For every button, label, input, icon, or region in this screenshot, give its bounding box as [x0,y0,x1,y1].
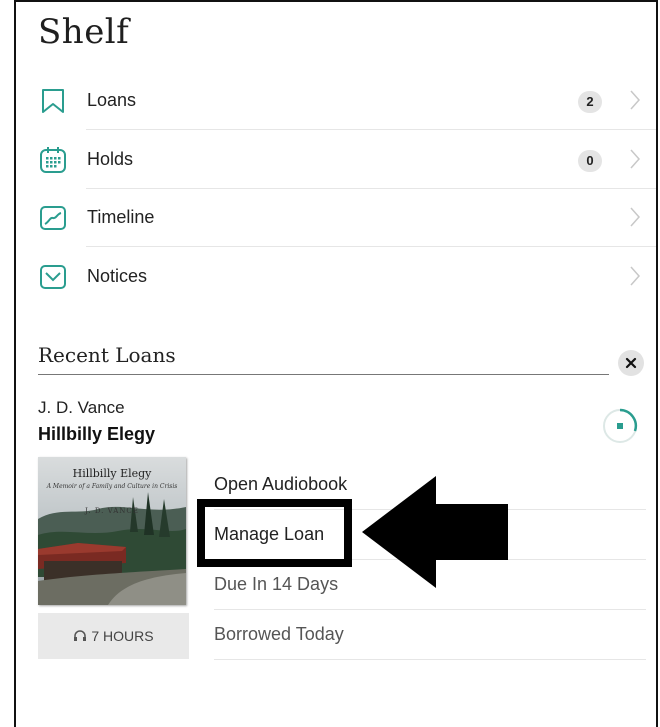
chart-line-icon [40,206,66,230]
shelf-item-notices[interactable]: Notices [36,248,656,306]
cover-subtitle: A Memoir of a Family and Culture in Cris… [46,483,178,490]
shelf-item-timeline[interactable]: Timeline [36,189,656,247]
shelf-item-label: Loans [87,90,137,110]
app-frame: Shelf Loans 2 Holds 0 Timeline Notices R… [14,0,658,727]
shelf-item-holds[interactable]: Holds 0 [36,131,656,189]
audiobook-duration: 7 HOURS [38,613,189,659]
due-date-label: Due In 14 Days [214,574,339,594]
calendar-icon [40,147,66,173]
divider [214,659,646,660]
action-label: Open Audiobook [214,474,348,494]
borrowed-date-row: Borrowed Today [214,610,656,660]
loans-count-badge: 2 [578,91,602,113]
arrow-left-icon [362,476,508,588]
headphones-icon [74,630,87,641]
holds-count-badge: 0 [578,150,602,172]
bookmark-icon [42,89,64,113]
duration-label: 7 HOURS [91,628,154,644]
borrowed-label: Borrowed Today [214,624,344,644]
highlight-box [197,499,352,567]
envelope-icon [40,265,66,289]
cover-author: J. D. VANCE [85,507,139,515]
shelf-item-label: Holds [87,149,134,169]
progress-ring-icon[interactable] [602,408,638,444]
book-author: J. D. Vance [38,398,125,417]
chevron-right-icon [630,266,641,286]
chevron-right-icon [630,90,641,110]
shelf-item-label: Timeline [87,207,155,227]
divider [86,129,656,130]
book-title[interactable]: Hillbilly Elegy [38,424,155,445]
divider [86,246,656,247]
section-divider [38,374,609,375]
chevron-right-icon [630,207,641,227]
cover-title: Hillbilly Elegy [72,467,152,480]
shelf-item-label: Notices [87,266,148,286]
chevron-right-icon [630,149,641,169]
shelf-item-loans[interactable]: Loans 2 [36,72,656,130]
section-heading-recent-loans: Recent Loans [38,343,176,367]
page-title: Shelf [38,12,130,52]
book-cover[interactable]: Hillbilly Elegy A Memoir of a Family and… [38,457,186,605]
close-icon[interactable] [618,350,644,376]
